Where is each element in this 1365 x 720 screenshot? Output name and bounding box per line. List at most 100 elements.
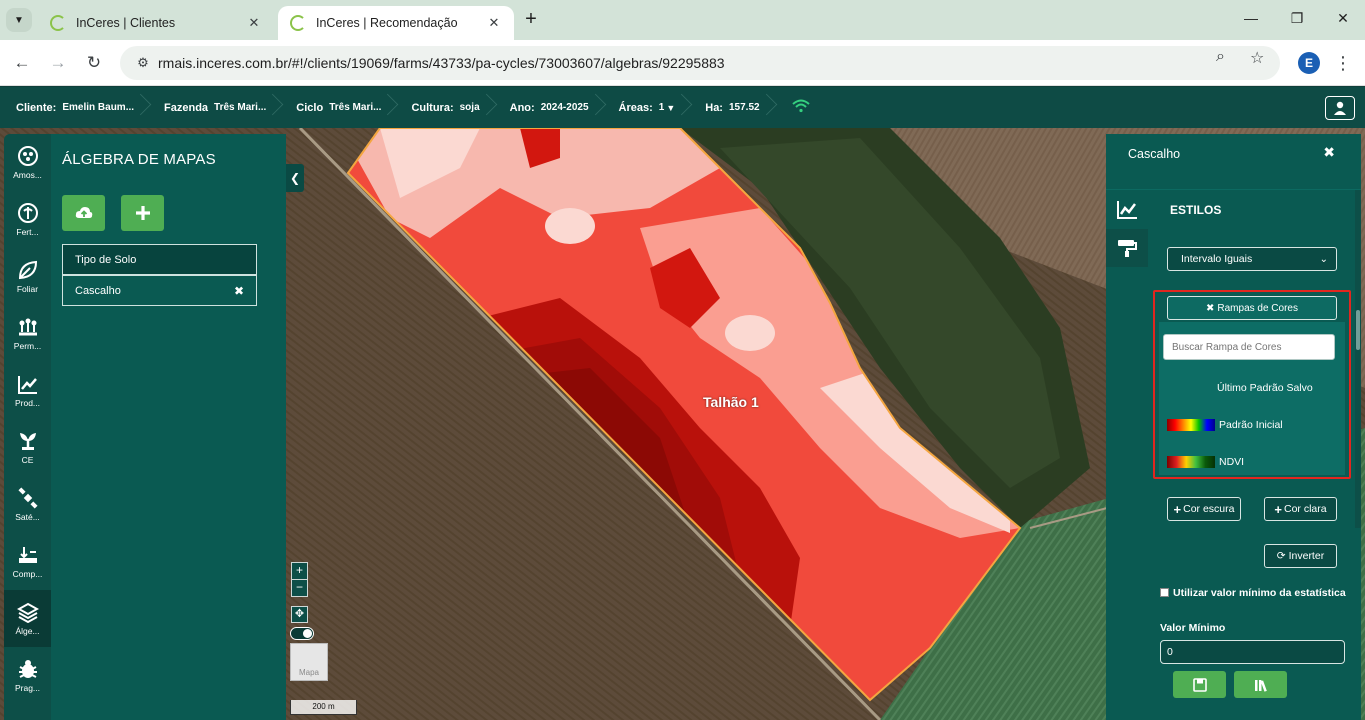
dark-color-button[interactable]: + Cor escura [1167,497,1241,521]
light-color-button[interactable]: + Cor clara [1264,497,1337,521]
scrollbar-thumb[interactable] [1356,310,1360,350]
rail-item-produtividade[interactable]: Prod... [4,362,51,419]
rail-label: Prag... [14,683,41,693]
compaction-icon [17,544,39,566]
url-text[interactable]: rmais.inceres.com.br/#!/clients/19069/fa… [158,55,725,71]
bookmark-star-icon[interactable]: ☆ [1250,48,1264,68]
breadcrumb-cliente[interactable]: Cliente: Emelin Baum... [0,87,148,128]
breadcrumb-ano[interactable]: Ano: 2024-2025 [494,87,603,128]
rail-item-fertilidade[interactable]: Fert... [4,191,51,248]
profile-avatar[interactable]: E [1298,52,1320,74]
rail-item-satelite[interactable]: Saté... [4,476,51,533]
pan-move-icon[interactable]: ✥ [291,606,308,623]
site-settings-icon[interactable]: ⚙ [128,55,158,71]
crumb-value: 1 [658,102,665,113]
select-value: Intervalo Iguais [1181,253,1253,265]
layer-toggle-switch[interactable] [290,627,314,640]
min-value-label: Valor Mínimo [1160,622,1226,634]
style-panel-title: Cascalho [1128,147,1181,161]
tab-search-button[interactable]: ▼ [6,8,32,32]
rail-item-permanente[interactable]: Perm... [4,305,51,362]
rail-label: Comp... [12,569,43,579]
rail-label: Fert... [16,227,39,237]
sprout-icon [17,430,39,452]
paint-roller-icon [1118,240,1137,257]
breadcrumb-ciclo[interactable]: Ciclo Três Mari... [280,87,395,128]
library-button[interactable] [1234,671,1287,698]
crumb-label: Ciclo [296,101,324,114]
collapse-panel-chevron-icon[interactable]: ❮ [286,164,304,192]
sample-icon [17,145,39,167]
satellite-icon [17,487,39,509]
back-arrow-icon[interactable]: ← [10,51,34,75]
classification-select[interactable]: Intervalo Iguais ⌄ [1167,247,1337,271]
crumb-value: Três Mari... [214,102,267,113]
zoom-in-button[interactable]: + [292,563,307,579]
upload-layer-button[interactable] [62,195,105,231]
forward-arrow-icon[interactable]: → [46,51,70,75]
rail-label: Foliar [16,284,39,294]
module-rail: Amos... Fert... Foliar Perm... Prod... C… [4,134,51,720]
invert-ramp-button[interactable]: ⟳ Inverter [1264,544,1337,568]
save-style-button[interactable] [1173,671,1226,698]
user-icon [1334,101,1346,115]
trend-icon [17,373,39,395]
breadcrumb-ha: Ha: 157.52 [689,87,773,128]
rail-label: Perm... [13,341,42,351]
reload-icon[interactable]: ↻ [82,51,106,75]
rail-label: Álge... [15,626,40,636]
browser-tab-recomendacao[interactable]: InCeres | Recomendação ✕ [278,6,514,40]
button-label: Cor clara [1283,503,1327,515]
min-value-input[interactable]: 0 [1160,640,1345,664]
user-account-button[interactable] [1325,96,1355,120]
new-tab-button[interactable]: + [520,9,542,31]
close-icon[interactable]: ✕ [246,15,262,31]
button-label: Inverter [1288,550,1325,562]
restore-window-icon[interactable]: ❐ [1286,10,1308,30]
address-bar[interactable]: ⚙ rmais.inceres.com.br/#!/clients/19069/… [120,46,1280,80]
save-icon [1192,677,1207,692]
rail-item-algebra[interactable]: Álge... [4,590,51,647]
rail-item-amostragem[interactable]: Amos... [4,134,51,191]
layers-icon [16,601,39,624]
close-icon[interactable]: ✖ [1323,144,1335,161]
leaf-icon [17,259,39,281]
crumb-label: Ha: [705,101,723,114]
tab-styles[interactable] [1106,229,1148,267]
breadcrumb-areas[interactable]: Áreas: 1 ▼ [603,87,690,128]
rail-label: Saté... [15,512,40,522]
layer-item-cascalho[interactable]: Cascalho ✖ [62,275,257,306]
basemap-switcher[interactable]: Mapa [290,643,328,681]
bug-icon [17,658,39,680]
breadcrumb-fazenda[interactable]: Fazenda Três Mari... [148,87,280,128]
rail-item-pragas[interactable]: Prag... [4,647,51,704]
add-layer-button[interactable] [121,195,164,231]
use-min-stat-checkbox[interactable]: Utilizar valor mínimo da estatística [1160,586,1350,600]
browser-menu-icon[interactable]: ⋮ [1334,52,1352,74]
connection-wifi-icon [791,99,810,117]
layer-item-tipo-de-solo[interactable]: Tipo de Solo [62,244,257,275]
close-icon[interactable]: ✕ [486,15,502,31]
fertility-icon [17,202,39,224]
minimize-window-icon[interactable]: — [1240,10,1262,30]
browser-tab-clientes[interactable]: InCeres | Clientes ✕ [38,6,274,40]
library-icon [1254,679,1267,692]
close-window-icon[interactable]: ✕ [1332,10,1354,30]
style-panel-footer [1106,665,1361,720]
tab-statistics[interactable] [1106,191,1148,229]
rail-item-compactacao[interactable]: Comp... [4,533,51,590]
layer-label: Tipo de Solo [75,253,137,266]
rail-item-ce[interactable]: CE [4,419,51,476]
breadcrumb-cultura[interactable]: Cultura: soja [395,87,493,128]
zoom-out-button[interactable]: − [292,579,307,595]
style-panel-scrollbar[interactable] [1355,190,1361,528]
zoom-icon[interactable]: ⌕ [1216,48,1225,66]
remove-layer-icon[interactable]: ✖ [234,284,244,298]
rail-item-foliar[interactable]: Foliar [4,248,51,305]
checkbox[interactable] [1160,588,1169,597]
plant-row-icon [17,316,39,338]
plot-label[interactable]: Talhão 1 [703,394,759,410]
plus-icon [135,206,150,220]
algebra-panel: ÁLGEBRA DE MAPAS Tipo de Solo Cascalho ✖ [51,134,286,720]
crumb-label: Cultura: [411,101,454,114]
